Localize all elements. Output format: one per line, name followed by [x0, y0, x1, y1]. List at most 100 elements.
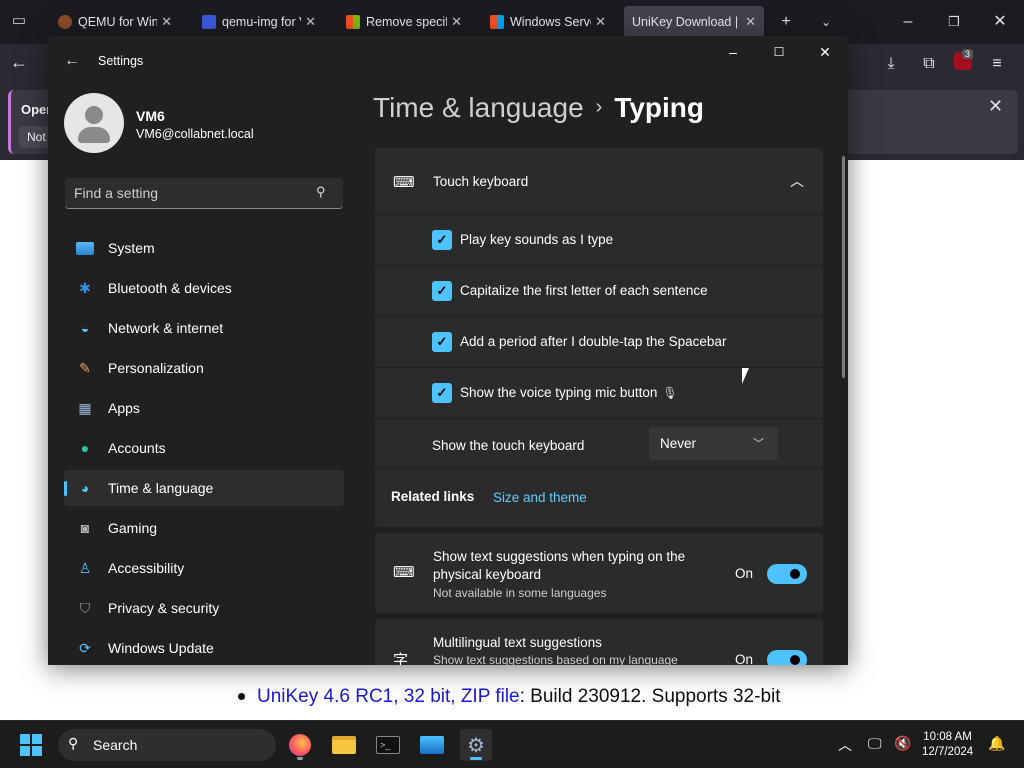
touch-keyboard-card: ⌨ Touch keyboard ︿ ✓ Play key sounds as … — [375, 148, 823, 527]
breadcrumb-parent[interactable]: Time & language — [373, 92, 584, 123]
tab-label: Windows Server — [510, 15, 591, 29]
tab-list-chevron-icon[interactable]: ⌄ — [814, 10, 838, 34]
browser-tab[interactable]: qemu-img for V ✕ — [194, 6, 324, 38]
size-and-theme-link[interactable]: Size and theme — [493, 490, 587, 505]
back-arrow-icon[interactable]: ← — [10, 52, 28, 73]
taskbar-search[interactable]: ⚲ Search — [58, 729, 276, 761]
browser-tab[interactable]: Remove specific ✕ — [338, 6, 470, 38]
user-name: VM6 — [136, 108, 165, 124]
download-link[interactable]: UniKey 4.6 RC1, 32 bit, ZIP file — [257, 686, 520, 707]
touch-keyboard-header[interactable]: ⌨ Touch keyboard ︿ — [375, 148, 823, 214]
minimize-icon[interactable]: – — [718, 42, 748, 62]
tab-label: UniKey Download | — [632, 15, 739, 29]
person-icon: ● — [80, 440, 90, 456]
browser-tab-active[interactable]: UniKey Download | ✕ — [624, 6, 764, 38]
chevron-down-icon: ﹀ — [753, 438, 764, 450]
sidebar-item-privacy[interactable]: ⛉ Privacy & security — [64, 590, 344, 626]
minimize-icon[interactable]: – — [896, 10, 920, 34]
search-box[interactable]: ⚲ — [65, 178, 343, 209]
dropdown-label: Show the touch keyboard — [432, 438, 585, 453]
notification-close-icon[interactable]: ✕ — [988, 96, 1003, 117]
toggle-knob — [790, 569, 800, 579]
option-row: ✓ Add a period after I double-tap the Sp… — [375, 316, 823, 367]
tab-label: qemu-img for V — [222, 15, 302, 29]
settings-content: ⌨ Touch keyboard ︿ ✓ Play key sounds as … — [375, 148, 823, 665]
close-icon[interactable]: ✕ — [988, 10, 1012, 34]
back-arrow-icon[interactable]: ← — [64, 52, 80, 70]
option-label: Show the voice typing mic button 🎙 — [460, 385, 678, 400]
sidebar-item-accounts[interactable]: ● Accounts — [64, 430, 344, 466]
capitalize-checkbox[interactable]: ✓ — [432, 281, 452, 301]
ublock-count-badge: 3 — [962, 49, 974, 59]
maximize-icon[interactable]: ☐ — [764, 42, 794, 62]
close-icon[interactable]: ✕ — [810, 42, 840, 62]
tab-overview-icon[interactable]: ▭ — [8, 10, 30, 32]
keyboard-icon: ⌨ — [393, 564, 415, 581]
file-explorer-icon[interactable] — [328, 729, 360, 761]
new-tab-icon[interactable]: + — [774, 10, 798, 34]
sidebar-item-label: Privacy & security — [108, 600, 220, 616]
avatar[interactable] — [64, 93, 124, 153]
voice-mic-checkbox[interactable]: ✓ — [432, 383, 452, 403]
key-sounds-checkbox[interactable]: ✓ — [432, 230, 452, 250]
multilingual-toggle[interactable] — [767, 650, 807, 665]
microphone-icon: 🎙 — [662, 386, 678, 400]
search-icon[interactable]: ⚲ — [316, 184, 326, 200]
sidebar-item-label: Time & language — [108, 480, 214, 496]
settings-gear-icon[interactable]: ⚙ — [460, 729, 492, 761]
terminal-icon[interactable]: >_ — [372, 729, 404, 761]
sidebar-item-label: Accounts — [108, 440, 166, 456]
monitor-icon — [74, 237, 96, 259]
chevron-up-icon[interactable]: ︿ — [838, 735, 852, 755]
browser-tab[interactable]: QEMU for Wind ✕ — [50, 6, 180, 38]
option-row: ✓ Capitalize the first letter of each se… — [375, 265, 823, 316]
option-row: ✓ Play key sounds as I type — [375, 214, 823, 265]
sidebar-item-network[interactable]: ◒ Network & internet — [64, 310, 344, 346]
chevron-up-icon[interactable]: ︿ — [790, 171, 804, 191]
remote-desktop-icon[interactable] — [416, 729, 448, 761]
option-label: Capitalize the first letter of each sent… — [460, 283, 708, 298]
network-icon[interactable]: 🖵 — [868, 735, 882, 752]
clock[interactable]: 10:08 AM 12/7/2024 — [922, 730, 973, 760]
double-tap-period-checkbox[interactable]: ✓ — [432, 332, 452, 352]
text-suggestions-toggle[interactable] — [767, 564, 807, 584]
tab-close-icon[interactable]: ✕ — [451, 14, 462, 30]
sidebar-nav: System ✱ Bluetooth & devices ◒ Network &… — [64, 230, 344, 665]
scrollbar[interactable] — [842, 156, 845, 378]
option-row: ✓ Show the voice typing mic button 🎙 — [375, 367, 823, 418]
setting-title: Show text suggestions when typing on the… — [433, 549, 686, 582]
sidebar-item-bluetooth[interactable]: ✱ Bluetooth & devices — [64, 270, 344, 306]
page-title: Typing — [614, 92, 705, 123]
tab-close-icon[interactable]: ✕ — [305, 14, 316, 30]
sidebar-item-system[interactable]: System — [64, 230, 344, 266]
show-touch-keyboard-dropdown[interactable]: Never ﹀ — [649, 427, 778, 460]
sidebar-item-windows-update[interactable]: ⟳ Windows Update — [64, 630, 344, 665]
multilingual-card: 字 Multilingual text suggestions Show tex… — [375, 619, 823, 665]
clock-date: 12/7/2024 — [922, 746, 974, 758]
microsoft-favicon-icon — [346, 15, 360, 29]
qemu-favicon-icon — [58, 15, 72, 29]
sidebar-item-gaming[interactable]: ◙ Gaming — [64, 510, 344, 546]
start-windows-icon[interactable] — [20, 734, 42, 756]
sidebar-item-apps[interactable]: ▦ Apps — [64, 390, 344, 426]
search-input[interactable] — [74, 185, 304, 201]
sidebar-item-label: Network & internet — [108, 320, 224, 336]
sidebar-item-accessibility[interactable]: ♙ Accessibility — [64, 550, 344, 586]
sidebar-item-label: Gaming — [108, 520, 158, 536]
toggle-state-label: On — [735, 652, 754, 665]
tab-close-icon[interactable]: ✕ — [595, 14, 606, 30]
sidebar-item-personalization[interactable]: ✎ Personalization — [64, 350, 344, 386]
volume-mute-icon[interactable]: 🔇 — [894, 735, 911, 752]
tab-close-icon[interactable]: ✕ — [745, 14, 756, 30]
browser-tab[interactable]: Windows Server ✕ — [482, 6, 614, 38]
tab-close-icon[interactable]: ✕ — [161, 14, 172, 30]
show-touch-keyboard-row: Show the touch keyboard Never ﹀ — [375, 418, 823, 468]
sidebar-item-time-language[interactable]: ◕ Time & language — [64, 470, 344, 506]
download-icon[interactable]: ⤓ — [880, 53, 902, 75]
sidebar-item-label: Apps — [108, 400, 140, 416]
notification-bell-icon[interactable]: 🔔 — [988, 735, 1005, 752]
firefox-icon[interactable] — [284, 729, 316, 761]
extensions-icon[interactable]: ⧉ — [918, 53, 940, 75]
restore-icon[interactable]: ❐ — [942, 10, 966, 34]
menu-icon[interactable]: ≡ — [986, 53, 1008, 75]
